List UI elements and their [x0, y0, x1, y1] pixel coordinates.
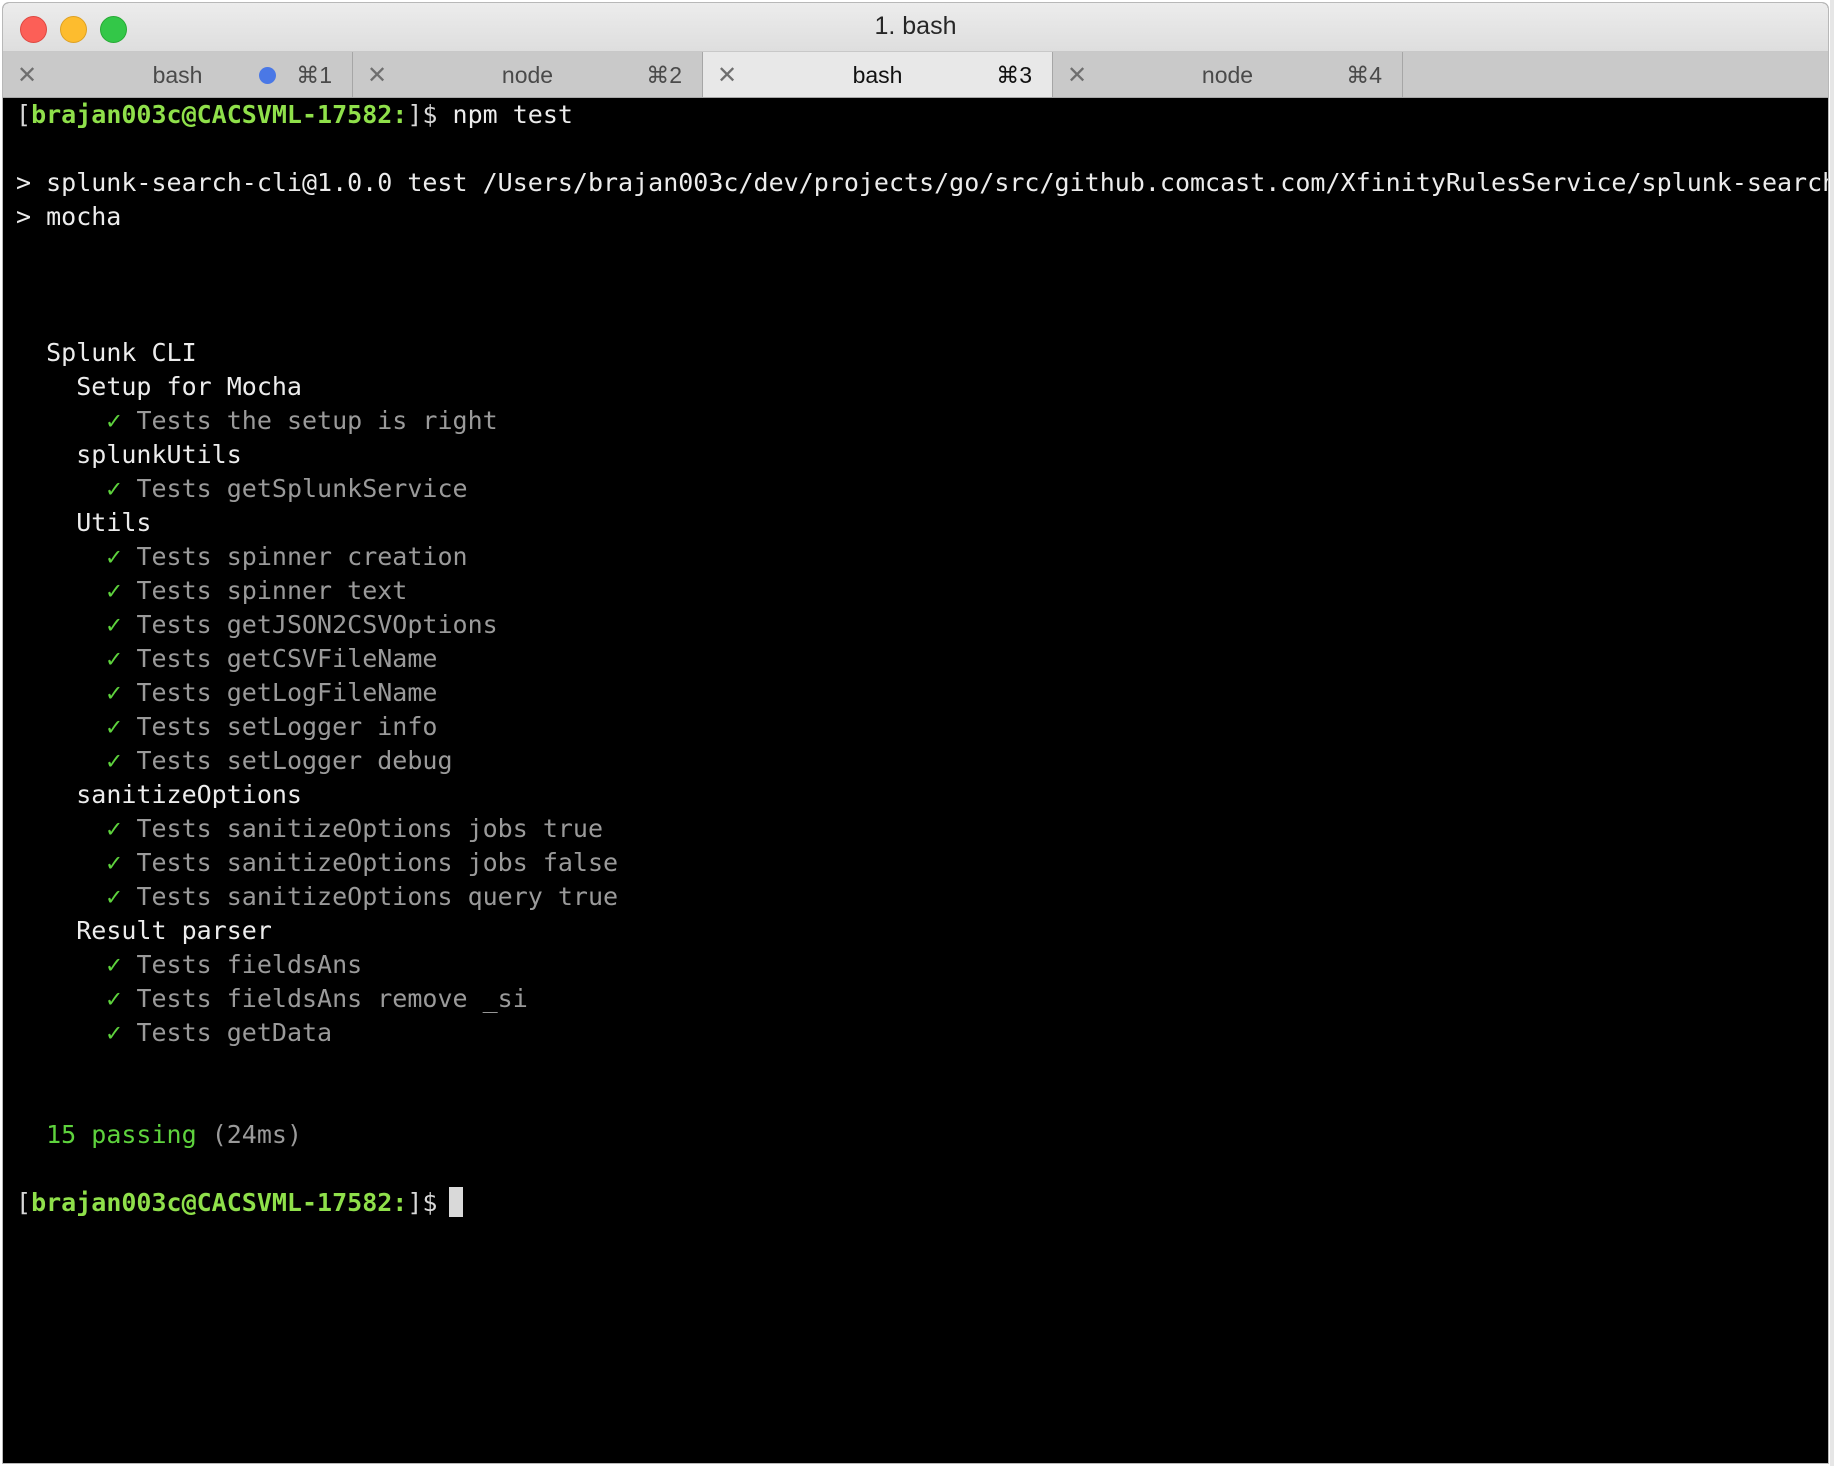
window-title: 1. bash [874, 12, 957, 40]
tab-bar: ✕ bash ⌘1 ✕ node ⌘2 ✕ bash ⌘3 ✕ node ⌘4 [3, 52, 1828, 98]
check-icon: ✓ [106, 644, 122, 673]
test-row: ✓ Tests the setup is right [16, 404, 498, 438]
test-row: ✓ Tests fieldsAns remove _si [16, 982, 528, 1016]
test-row: ✓ Tests getLogFileName [16, 676, 437, 710]
test-label: Tests getSplunkService [136, 474, 468, 503]
test-row: ✓ Tests setLogger debug [16, 744, 453, 778]
test-row: ✓ Tests sanitizeOptions jobs true [16, 812, 603, 846]
test-label: Tests fieldsAns remove _si [136, 984, 528, 1013]
prompt-line: [brajan003c@CACSVML-17582:]$ npm test [16, 98, 573, 132]
window-edge [1830, 0, 1834, 1466]
suite-label: Result parser [76, 916, 272, 945]
tab-shortcut: ⌘2 [646, 62, 682, 88]
suite-title: splunkUtils [16, 438, 242, 472]
check-icon: ✓ [106, 746, 122, 775]
test-row: ✓ Tests getData [16, 1016, 332, 1050]
test-label: Tests getJSON2CSVOptions [136, 610, 498, 639]
check-icon: ✓ [106, 984, 122, 1013]
prompt-bracket: [ [16, 100, 32, 129]
check-icon: ✓ [106, 1018, 122, 1047]
test-row: ✓ Tests sanitizeOptions jobs false [16, 846, 618, 880]
suite-title: Setup for Mocha [16, 370, 302, 404]
prompt-bracket: [ [16, 1188, 32, 1217]
test-label: Tests setLogger info [136, 712, 438, 741]
terminal-output[interactable]: [brajan003c@CACSVML-17582:]$ npm test > … [3, 98, 1828, 1463]
check-icon: ✓ [106, 576, 122, 605]
passing-count: 15 passing [46, 1120, 197, 1149]
check-icon: ✓ [106, 542, 122, 571]
suite-title: sanitizeOptions [16, 778, 302, 812]
command-text: npm test [452, 100, 573, 129]
check-icon: ✓ [106, 814, 122, 843]
prompt-symbol: ]$ [407, 100, 438, 129]
test-row: ✓ Tests sanitizeOptions query true [16, 880, 618, 914]
tab-shortcut: ⌘4 [1346, 62, 1382, 88]
suite-label: splunkUtils [76, 440, 242, 469]
tab-3[interactable]: ✕ bash ⌘3 [703, 52, 1053, 97]
test-label: Tests the setup is right [136, 406, 498, 435]
check-icon: ✓ [106, 678, 122, 707]
suite-label: Utils [76, 508, 152, 537]
test-row: ✓ Tests spinner text [16, 574, 407, 608]
prompt-symbol: ]$ [407, 1188, 438, 1217]
tab-4[interactable]: ✕ node ⌘4 [1053, 52, 1403, 97]
test-label: Tests setLogger debug [136, 746, 453, 775]
test-label: Tests spinner text [136, 576, 408, 605]
npm-line: > splunk-search-cli@1.0.0 test /Users/br… [16, 168, 1828, 197]
test-label: Tests fieldsAns [136, 950, 363, 979]
test-label: Tests getData [136, 1018, 333, 1047]
test-label: Tests spinner creation [136, 542, 468, 571]
tab-shortcut: ⌘1 [296, 62, 332, 88]
suite-label: Setup for Mocha [76, 372, 302, 401]
test-row: ✓ Tests getJSON2CSVOptions [16, 608, 498, 642]
prompt-user-host: brajan003c@CACSVML-17582: [31, 100, 408, 129]
terminal-window: 1. bash ✕ bash ⌘1 ✕ node ⌘2 ✕ bash ⌘3 ✕ … [3, 3, 1828, 1463]
test-row: ✓ Tests spinner creation [16, 540, 468, 574]
check-icon: ✓ [106, 474, 122, 503]
suite-title: Result parser [16, 914, 272, 948]
check-icon: ✓ [106, 610, 122, 639]
npm-line: > mocha [16, 202, 122, 231]
test-duration: (24ms) [211, 1120, 302, 1149]
suite-title: Utils [16, 506, 151, 540]
test-row: ✓ Tests getSplunkService [16, 472, 468, 506]
tab-1[interactable]: ✕ bash ⌘1 [3, 52, 353, 97]
suite-label: sanitizeOptions [76, 780, 302, 809]
check-icon: ✓ [106, 848, 122, 877]
test-label: Tests getCSVFileName [136, 644, 438, 673]
test-row: ✓ Tests getCSVFileName [16, 642, 437, 676]
test-row: ✓ Tests fieldsAns [16, 948, 362, 982]
test-label: Tests getLogFileName [136, 678, 438, 707]
test-row: ✓ Tests setLogger info [16, 710, 437, 744]
check-icon: ✓ [106, 950, 122, 979]
test-label: Tests sanitizeOptions jobs false [136, 848, 619, 877]
test-label: Tests sanitizeOptions jobs true [136, 814, 604, 843]
title-bar[interactable]: 1. bash [3, 3, 1828, 52]
check-icon: ✓ [106, 712, 122, 741]
root-suite-title: Splunk CLI [16, 336, 197, 370]
text-cursor [449, 1187, 464, 1217]
prompt-user-host: brajan003c@CACSVML-17582: [31, 1188, 408, 1217]
tab-shortcut: ⌘3 [996, 62, 1032, 88]
root-suite-label: Splunk CLI [46, 338, 197, 367]
final-prompt-line: [brajan003c@CACSVML-17582:]$ [16, 1186, 464, 1220]
tab-2[interactable]: ✕ node ⌘2 [353, 52, 703, 97]
check-icon: ✓ [106, 882, 122, 911]
activity-dot-icon [259, 67, 276, 84]
test-label: Tests sanitizeOptions query true [136, 882, 619, 911]
summary-line: 15 passing (24ms) [16, 1118, 302, 1152]
check-icon: ✓ [106, 406, 122, 435]
